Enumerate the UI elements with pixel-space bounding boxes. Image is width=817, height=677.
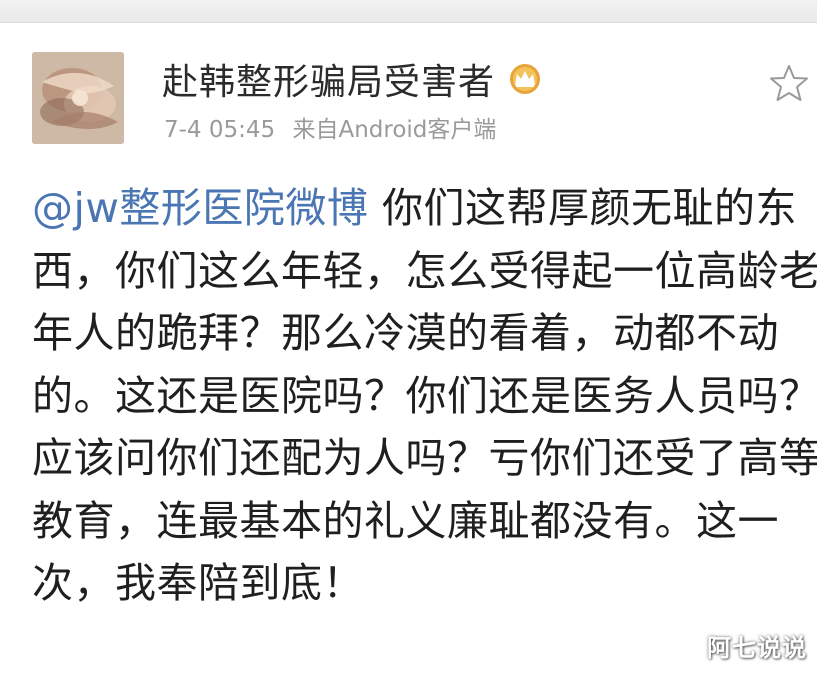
post-meta: 7-4 05:45 来自Android客户端 — [164, 110, 506, 144]
star-icon[interactable] — [768, 62, 810, 104]
watermark-text: 阿七说说 — [707, 634, 807, 662]
avatar[interactable] — [32, 52, 124, 144]
user-name[interactable]: 赴韩整形骗局受害者 — [162, 53, 495, 105]
mention-link[interactable]: @jw整形医院微博 — [32, 184, 368, 232]
post-source: 来自Android客户端 — [292, 117, 497, 143]
post-card: 赴韩整形骗局受害者 7-4 05:45 来自Android客户端 @jw整形医院… — [12, 24, 817, 677]
weibo-post-screenshot: 赴韩整形骗局受害者 7-4 05:45 来自Android客户端 @jw整形医院… — [0, 0, 817, 677]
avatar-image — [32, 52, 124, 144]
name-row: 赴韩整形骗局受害者 — [162, 54, 545, 104]
post-text: @jw整形医院微博 你们这帮厚颜无耻的东西，你们这么年轻，怎么受得起一位高龄老年… — [32, 177, 817, 615]
crown-badge-icon[interactable] — [505, 62, 545, 96]
top-bar — [0, 0, 817, 23]
post-content: 你们这帮厚颜无耻的东西，你们这么年轻，怎么受得起一位高龄老年人的跪拜？那么冷漠的… — [32, 184, 817, 607]
post-timestamp: 7-4 05:45 — [164, 117, 276, 143]
